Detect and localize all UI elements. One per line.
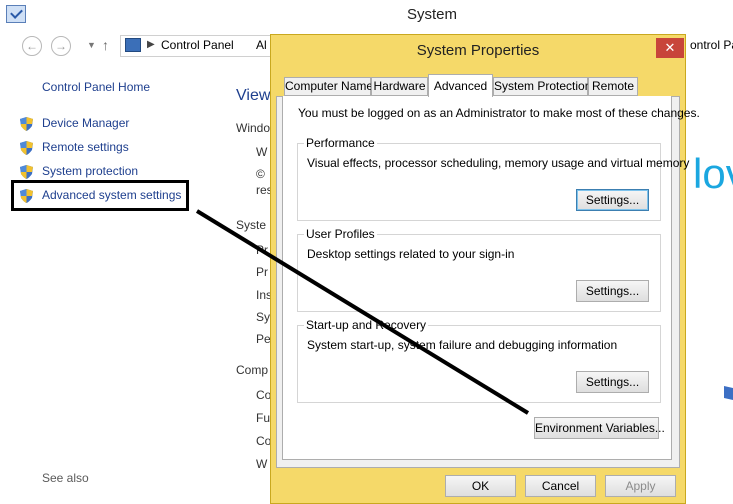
remote-settings-link[interactable]: Remote settings — [42, 140, 129, 154]
windows-edition-heading: Windo — [236, 121, 271, 135]
environment-variables-button[interactable]: Environment Variables... — [534, 417, 665, 439]
annotation-highlight-box — [11, 180, 189, 211]
see-also-heading: See also — [42, 471, 89, 485]
dialog-title: System Properties — [416, 42, 540, 59]
performance-description: Visual effects, processor scheduling, me… — [307, 156, 690, 170]
startup-recovery-settings-button[interactable]: Settings... — [576, 371, 649, 393]
product-label: Pr — [256, 265, 268, 279]
admin-notice: You must be logged on as an Administrato… — [298, 106, 700, 120]
tab-advanced[interactable]: Advanced — [428, 74, 493, 97]
breadcrumb-chevron-icon[interactable]: ▶ — [147, 39, 155, 50]
tab-system-protection[interactable]: System Protection — [493, 77, 591, 96]
full-computer-name-label: Fu — [256, 411, 271, 425]
breadcrumb-control-panel[interactable]: Control Panel — [161, 38, 234, 52]
system-type-label: Sy — [256, 310, 271, 324]
shield-icon — [20, 117, 33, 131]
tab-computer-name[interactable]: Computer Name — [284, 77, 373, 96]
shield-icon — [724, 386, 733, 400]
shield-icon — [20, 141, 33, 155]
copyright-text: © — [256, 167, 265, 181]
tab-hardware[interactable]: Hardware — [371, 77, 428, 96]
up-arrow-icon[interactable]: ↑ — [102, 37, 109, 53]
recent-dropdown-icon[interactable]: ▼ — [87, 40, 96, 50]
computer-name-heading: Comp — [236, 363, 269, 377]
user-profiles-settings-button[interactable]: Settings... — [576, 280, 649, 302]
windows-logo-text: lov — [693, 150, 733, 197]
device-manager-link[interactable]: Device Manager — [42, 116, 129, 130]
startup-recovery-description: System start-up, system failure and debu… — [307, 338, 618, 352]
tab-remote[interactable]: Remote — [588, 77, 638, 96]
processor-label: Pr — [256, 243, 268, 257]
breadcrumb-cut[interactable]: Al — [256, 38, 267, 52]
forward-button[interactable]: → — [51, 36, 71, 56]
workgroup-label: W — [256, 457, 268, 471]
user-profiles-description: Desktop settings related to your sign-in — [307, 247, 515, 261]
system-heading: Syste — [236, 218, 267, 232]
startup-recovery-group-label: Start-up and Recovery — [304, 318, 429, 332]
view-heading: View — [236, 87, 271, 104]
pen-touch-label: Pe — [256, 332, 271, 346]
user-profiles-group-label: User Profiles — [304, 227, 377, 241]
control-panel-home-link[interactable]: Control Panel Home — [42, 80, 150, 94]
edition-text: W — [256, 145, 268, 159]
window-title: System — [406, 6, 457, 23]
back-button[interactable]: ← — [22, 36, 42, 56]
close-button[interactable]: ✕ — [656, 38, 684, 58]
performance-settings-button[interactable]: Settings... — [576, 189, 649, 211]
shield-icon — [20, 165, 33, 179]
system-protection-link[interactable]: System protection — [42, 164, 138, 178]
control-panel-icon — [125, 38, 141, 52]
performance-group-label: Performance — [304, 136, 377, 150]
search-field-text[interactable]: ontrol Panel — [690, 38, 733, 52]
